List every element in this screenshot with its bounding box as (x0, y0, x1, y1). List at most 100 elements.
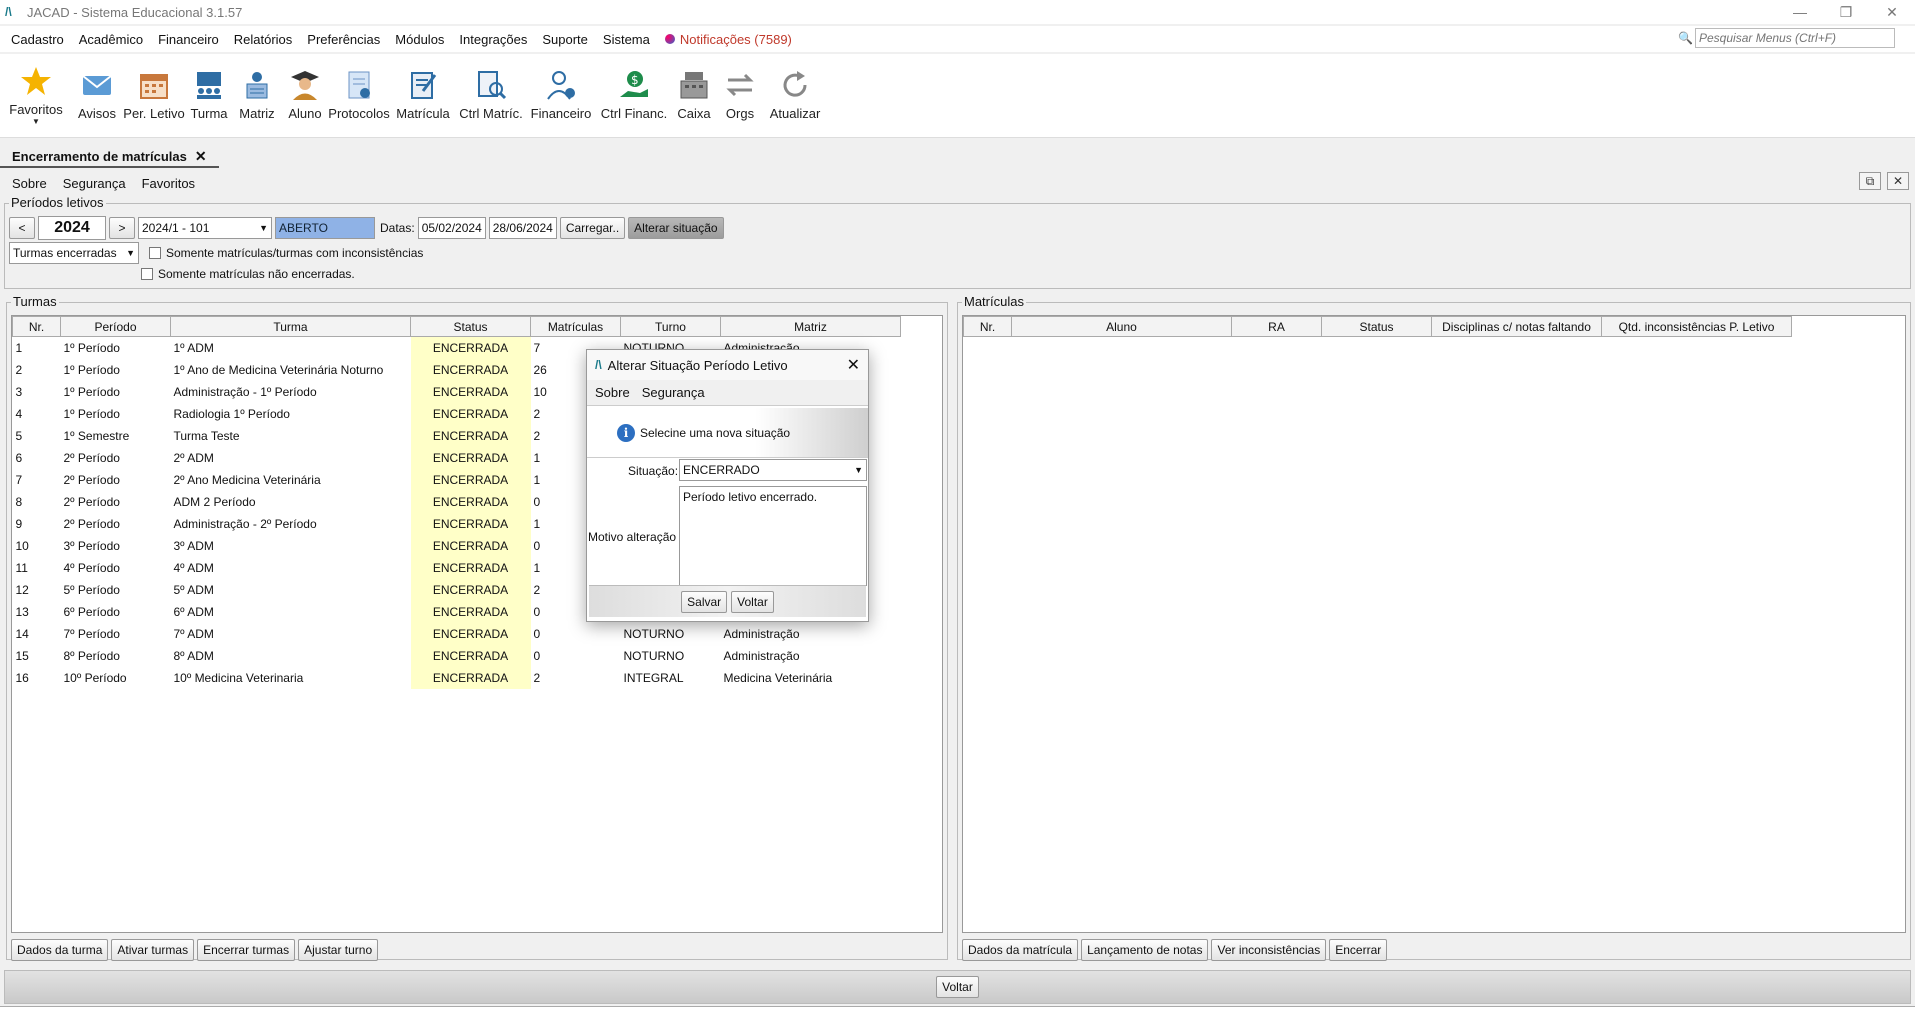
maximize-icon[interactable]: ❐ (1823, 0, 1869, 24)
toolbar-financeiro[interactable]: Financeiro (526, 54, 596, 137)
close-icon[interactable]: ✕ (1869, 0, 1915, 24)
notifications-menu[interactable]: Notificações (7589) (664, 32, 792, 47)
table-row[interactable]: 15 8º Período 8º ADM ENCERRADA 0 NOTURNO Admin… (13, 644, 901, 667)
table-cell: 10º Período (63, 670, 127, 685)
dados-matricula-button[interactable]: Dados da matrícula (962, 939, 1079, 961)
title-bar: /\ JACAD - Sistema Educacional 3.1.57 — … (0, 0, 1915, 24)
minimize-icon[interactable]: — (1777, 0, 1823, 24)
toolbar-caixa[interactable]: Caixa (672, 54, 716, 137)
toolbar-aluno[interactable]: Aluno (282, 54, 328, 137)
dialog-menu-seguranca[interactable]: Segurança (642, 385, 705, 400)
dialog-footer: Salvar Voltar (589, 585, 866, 617)
submenu-favoritos[interactable]: Favoritos (142, 176, 195, 191)
submenu-sobre[interactable]: Sobre (12, 176, 47, 191)
period-select[interactable]: 2024/1 - 101 ▼ (138, 217, 272, 239)
menu-sistema[interactable]: Sistema (603, 32, 650, 47)
encerrar-button[interactable]: Encerrar (1329, 939, 1388, 961)
envelope-icon (80, 68, 114, 102)
toolbar-avisos[interactable]: Avisos (72, 54, 122, 137)
detach-icon[interactable]: ⧉ (1859, 172, 1881, 190)
toolbar-ctrl-financ[interactable]: $ Ctrl Financ. (596, 54, 672, 137)
voltar-button[interactable]: Voltar (936, 976, 979, 998)
menu-relatorios[interactable]: Relatórios (234, 32, 293, 47)
checkbox-box[interactable] (141, 268, 153, 280)
close-icon[interactable]: ✕ (847, 355, 860, 375)
menu-academico[interactable]: Acadêmico (79, 32, 143, 47)
search-input[interactable] (1695, 28, 1895, 48)
filter-select[interactable]: Turmas encerradas ▼ (9, 242, 139, 264)
date-start-field[interactable]: 05/02/2024 (417, 217, 486, 239)
checkbox-box[interactable] (149, 247, 161, 259)
column-header[interactable]: Período (60, 316, 171, 337)
encerrar-turmas-button[interactable]: Encerrar turmas (197, 939, 296, 961)
menu-cadastro[interactable]: Cadastro (11, 32, 64, 47)
submenu-seguranca[interactable]: Segurança (63, 176, 126, 191)
dialog-voltar-button[interactable]: Voltar (731, 590, 774, 613)
motivo-textarea[interactable]: Período letivo encerrado. (679, 486, 867, 586)
column-header[interactable]: Matriz (720, 316, 901, 337)
tab-encerramento-matriculas[interactable]: Encerramento de matrículas ✕ (0, 146, 219, 168)
column-header[interactable]: Turno (620, 316, 721, 337)
column-header[interactable]: Status (1321, 316, 1432, 337)
toolbar-protocolos[interactable]: Protocolos (328, 54, 390, 137)
period-select-value: 2024/1 - 101 (142, 221, 210, 235)
column-header[interactable]: RA (1231, 316, 1322, 337)
toolbar-favoritos[interactable]: Favoritos ▼ (0, 54, 72, 137)
ajustar-turno-button[interactable]: Ajustar turno (298, 939, 379, 961)
column-header[interactable]: Status (410, 316, 531, 337)
menu-modulos[interactable]: Módulos (395, 32, 444, 47)
change-status-button[interactable]: Alterar situação (628, 217, 724, 239)
toolbar-orgs[interactable]: Orgs (716, 54, 764, 137)
table-cell: Administração (723, 626, 800, 641)
column-header[interactable]: Nr. (963, 316, 1012, 337)
toolbar-atualizar[interactable]: Atualizar (764, 54, 826, 137)
year-field[interactable]: 2024 (38, 216, 106, 240)
date-end-field[interactable]: 28/06/2024 (488, 217, 557, 239)
menu-bar: Cadastro Acadêmico Financeiro Relatórios… (0, 26, 1915, 52)
column-header[interactable]: Nr. (12, 316, 61, 337)
menu-financeiro[interactable]: Financeiro (158, 32, 219, 47)
close-panel-icon[interactable]: ✕ (1887, 172, 1909, 190)
next-year-button[interactable]: > (109, 217, 135, 239)
chevron-down-icon: ▼ (854, 465, 863, 475)
search-icon: 🔍 (1678, 31, 1693, 45)
column-header[interactable]: Turma (170, 316, 411, 337)
not-closed-checkbox[interactable]: Somente matrículas não encerradas. (141, 267, 355, 281)
ver-inconsistencias-button[interactable]: Ver inconsistências (1211, 939, 1327, 961)
column-header[interactable]: Qtd. inconsistências P. Letivo (1601, 316, 1792, 337)
table-row[interactable]: 14 7º Período 7º ADM ENCERRADA 0 NOTURNO Admin… (13, 622, 901, 645)
bottom-bar: Voltar (4, 970, 1911, 1004)
salvar-button[interactable]: Salvar (681, 590, 728, 613)
toolbar-turma[interactable]: Turma (186, 54, 232, 137)
table-cell: 14 (15, 626, 29, 641)
table-header: Nr. Período Turma Status Matrículas Turno Matr… (12, 316, 901, 337)
toolbar-ctrl-matric[interactable]: Ctrl Matríc. (456, 54, 526, 137)
column-header[interactable]: Aluno (1011, 316, 1232, 337)
toolbar-per-letivo[interactable]: Per. Letivo (122, 54, 186, 137)
dados-turma-button[interactable]: Dados da turma (11, 939, 109, 961)
column-header[interactable]: Disciplinas c/ notas faltando (1431, 316, 1602, 337)
toolbar-matricula[interactable]: Matrícula (390, 54, 456, 137)
menu-suporte[interactable]: Suporte (542, 32, 588, 47)
close-tab-icon[interactable]: ✕ (195, 148, 207, 165)
lancamento-notas-button[interactable]: Lançamento de notas (1081, 939, 1209, 961)
prev-year-button[interactable]: < (9, 217, 35, 239)
menu-preferencias[interactable]: Preferências (307, 32, 380, 47)
load-button[interactable]: Carregar.. (559, 217, 626, 239)
period-status-field: ABERTO (275, 217, 375, 239)
table-cell: Medicina Veterinária (723, 670, 833, 685)
inconsistencies-checkbox[interactable]: Somente matrículas/turmas com inconsistê… (149, 246, 423, 260)
matriculas-table-container: Nr. Aluno RA Status Disciplinas c/ notas fal… (962, 315, 1906, 933)
table-cell: 10º Medicina Veterinaria (173, 670, 304, 685)
table-row[interactable]: 16 10º Período 10º Medicina Veterinaria ENC… (13, 666, 901, 689)
dialog-menu-sobre[interactable]: Sobre (595, 385, 630, 400)
info-icon: i (617, 423, 635, 442)
menu-integracoes[interactable]: Integrações (459, 32, 527, 47)
column-header[interactable]: Matrículas (530, 316, 621, 337)
situacao-select[interactable]: ENCERRADO ▼ (679, 459, 867, 481)
filter-row-2: Somente matrículas não encerradas. (141, 267, 355, 281)
table-cell: 2º Período (63, 472, 120, 487)
table-cell: 16 (15, 670, 29, 685)
ativar-turmas-button[interactable]: Ativar turmas (111, 939, 195, 961)
toolbar-matriz[interactable]: Matriz (232, 54, 282, 137)
